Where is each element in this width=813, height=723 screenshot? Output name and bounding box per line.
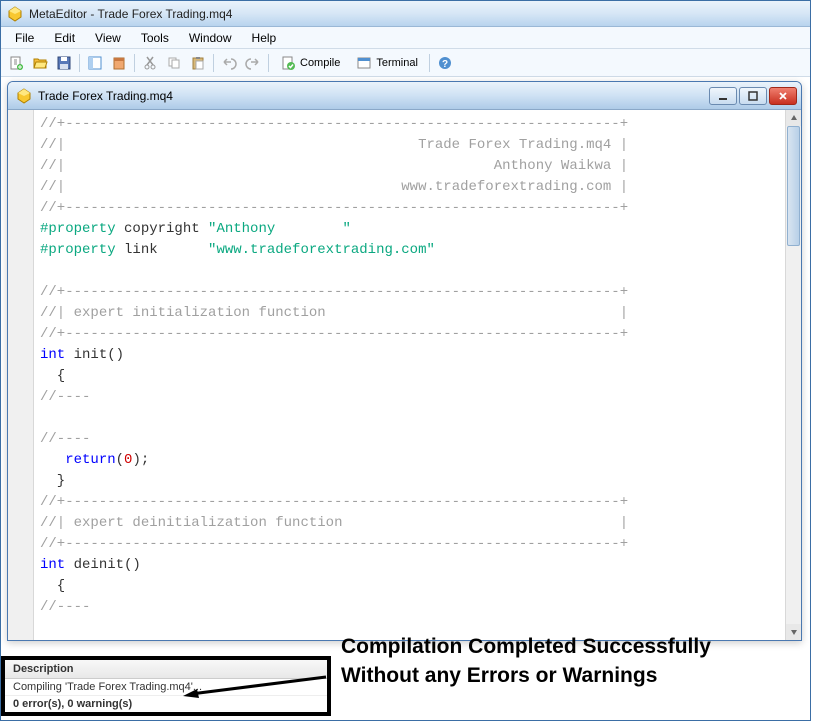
annotation-line2: Without any Errors or Warnings (341, 662, 711, 690)
titlebar: MetaEditor - Trade Forex Trading.mq4 (1, 1, 810, 27)
toolbar-separator (268, 54, 269, 72)
editor-gutter (8, 110, 34, 640)
menu-tools[interactable]: Tools (131, 29, 179, 47)
scroll-down-icon[interactable] (786, 624, 801, 640)
document-titlebar[interactable]: Trade Forex Trading.mq4 (8, 82, 801, 110)
menu-help[interactable]: Help (242, 29, 287, 47)
terminal-label: Terminal (376, 57, 418, 69)
output-row-compiling[interactable]: Compiling 'Trade Forex Trading.mq4'... (5, 679, 327, 696)
menu-view[interactable]: View (85, 29, 131, 47)
toolbar-separator (134, 54, 135, 72)
output-header[interactable]: Description (5, 660, 327, 679)
output-panel: ✕ Description Compiling 'Trade Forex Tra… (1, 656, 331, 716)
document-window: Trade Forex Trading.mq4 //+-------------… (7, 81, 802, 641)
copy-button[interactable] (163, 52, 185, 74)
cut-button[interactable] (139, 52, 161, 74)
app-title: MetaEditor - Trade Forex Trading.mq4 (29, 7, 232, 21)
output-row-result[interactable]: 0 error(s), 0 warning(s) (5, 696, 327, 712)
vertical-scrollbar[interactable] (785, 110, 801, 640)
document-icon (16, 88, 32, 104)
window-controls (709, 87, 797, 105)
undo-button[interactable] (218, 52, 240, 74)
scrollbar-track[interactable] (786, 126, 801, 624)
app-icon (7, 6, 23, 22)
menu-edit[interactable]: Edit (44, 29, 85, 47)
maximize-button[interactable] (739, 87, 767, 105)
navigator-button[interactable] (84, 52, 106, 74)
toolbar-separator (213, 54, 214, 72)
close-button[interactable] (769, 87, 797, 105)
app-window: MetaEditor - Trade Forex Trading.mq4 Fil… (0, 0, 811, 721)
toolbar: Compile Terminal ? (1, 49, 810, 77)
output-close-icon[interactable]: ✕ (0, 658, 3, 670)
menu-window[interactable]: Window (179, 29, 242, 47)
annotation-line1: Compilation Completed Successfully (341, 633, 711, 661)
new-file-button[interactable] (5, 52, 27, 74)
scroll-up-icon[interactable] (786, 110, 801, 126)
toolbox-button[interactable] (108, 52, 130, 74)
redo-button[interactable] (242, 52, 264, 74)
code-content[interactable]: //+-------------------------------------… (34, 110, 785, 640)
scrollbar-thumb[interactable] (787, 126, 800, 246)
menu-file[interactable]: File (5, 29, 44, 47)
paste-button[interactable] (187, 52, 209, 74)
mdi-area: Trade Forex Trading.mq4 //+-------------… (1, 77, 810, 720)
document-title: Trade Forex Trading.mq4 (38, 89, 709, 103)
compile-button[interactable]: Compile (273, 52, 347, 74)
annotation-text: Compilation Completed Successfully Witho… (341, 633, 711, 690)
compile-label: Compile (300, 57, 340, 69)
menubar: File Edit View Tools Window Help (1, 27, 810, 49)
minimize-button[interactable] (709, 87, 737, 105)
code-editor[interactable]: //+-------------------------------------… (8, 110, 801, 640)
terminal-button[interactable]: Terminal (349, 52, 425, 74)
open-file-button[interactable] (29, 52, 51, 74)
toolbar-separator (429, 54, 430, 72)
svg-text:?: ? (442, 59, 448, 70)
toolbar-separator (79, 54, 80, 72)
save-file-button[interactable] (53, 52, 75, 74)
help-button[interactable]: ? (434, 52, 456, 74)
